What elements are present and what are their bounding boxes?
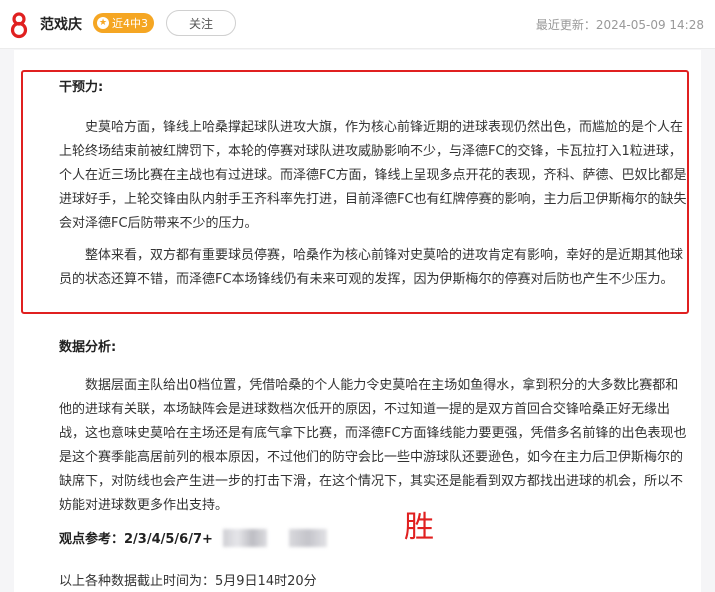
- author-name[interactable]: 范戏庆: [40, 14, 82, 34]
- article-paragraph: 整体来看，双方都有重要球员停赛，哈桑作为核心前锋对史莫哈的进攻肯定有影响，幸好的…: [59, 244, 689, 292]
- last-update-time: 最近更新：2024-05-09 14:28: [535, 18, 704, 32]
- paragraph-text: 史莫哈方面，锋线上哈桑撑起球队进攻大旗，作为核心前锋近期的进球表现仍然出色，而尴…: [59, 120, 687, 231]
- follow-button[interactable]: 关注: [166, 10, 236, 36]
- reference-line: 观点参考：2/3/4/5/6/7+: [59, 528, 327, 547]
- win-annotation: 胜: [404, 510, 434, 545]
- section-heading-intervention: 干预力:: [59, 80, 104, 95]
- article-paragraph: 史莫哈方面，锋线上哈桑撑起球队进攻大旗，作为核心前锋近期的进球表现仍然出色，而尴…: [59, 116, 689, 236]
- brand-logo-icon: [10, 12, 28, 39]
- blurred-content: [222, 528, 267, 547]
- article-paragraph: 数据层面主队给出0档位置，凭借哈桑的个人能力令史莫哈在主场如鱼得水，拿到积分的大…: [59, 374, 689, 518]
- paragraph-text: 数据层面主队给出0档位置，凭借哈桑的个人能力令史莫哈在主场如鱼得水，拿到积分的大…: [59, 378, 687, 513]
- data-cutoff-note: 以上各种数据截止时间为：5月9日14时20分: [59, 574, 317, 589]
- top-bar: 范戏庆 ★ 近4中3 关注 最近更新：2024-05-09 14:28: [0, 0, 715, 49]
- star-icon: ★: [97, 17, 109, 29]
- record-badge-label: 近4中3: [112, 17, 148, 30]
- paragraph-text: 整体来看，双方都有重要球员停赛，哈桑作为核心前锋对史莫哈的进攻肯定有影响，幸好的…: [59, 248, 684, 287]
- record-badge: ★ 近4中3: [93, 13, 154, 33]
- blurred-content: [288, 528, 327, 547]
- section-heading-data-analysis: 数据分析:: [59, 340, 117, 355]
- reference-label: 观点参考：2/3/4/5/6/7+: [59, 532, 213, 547]
